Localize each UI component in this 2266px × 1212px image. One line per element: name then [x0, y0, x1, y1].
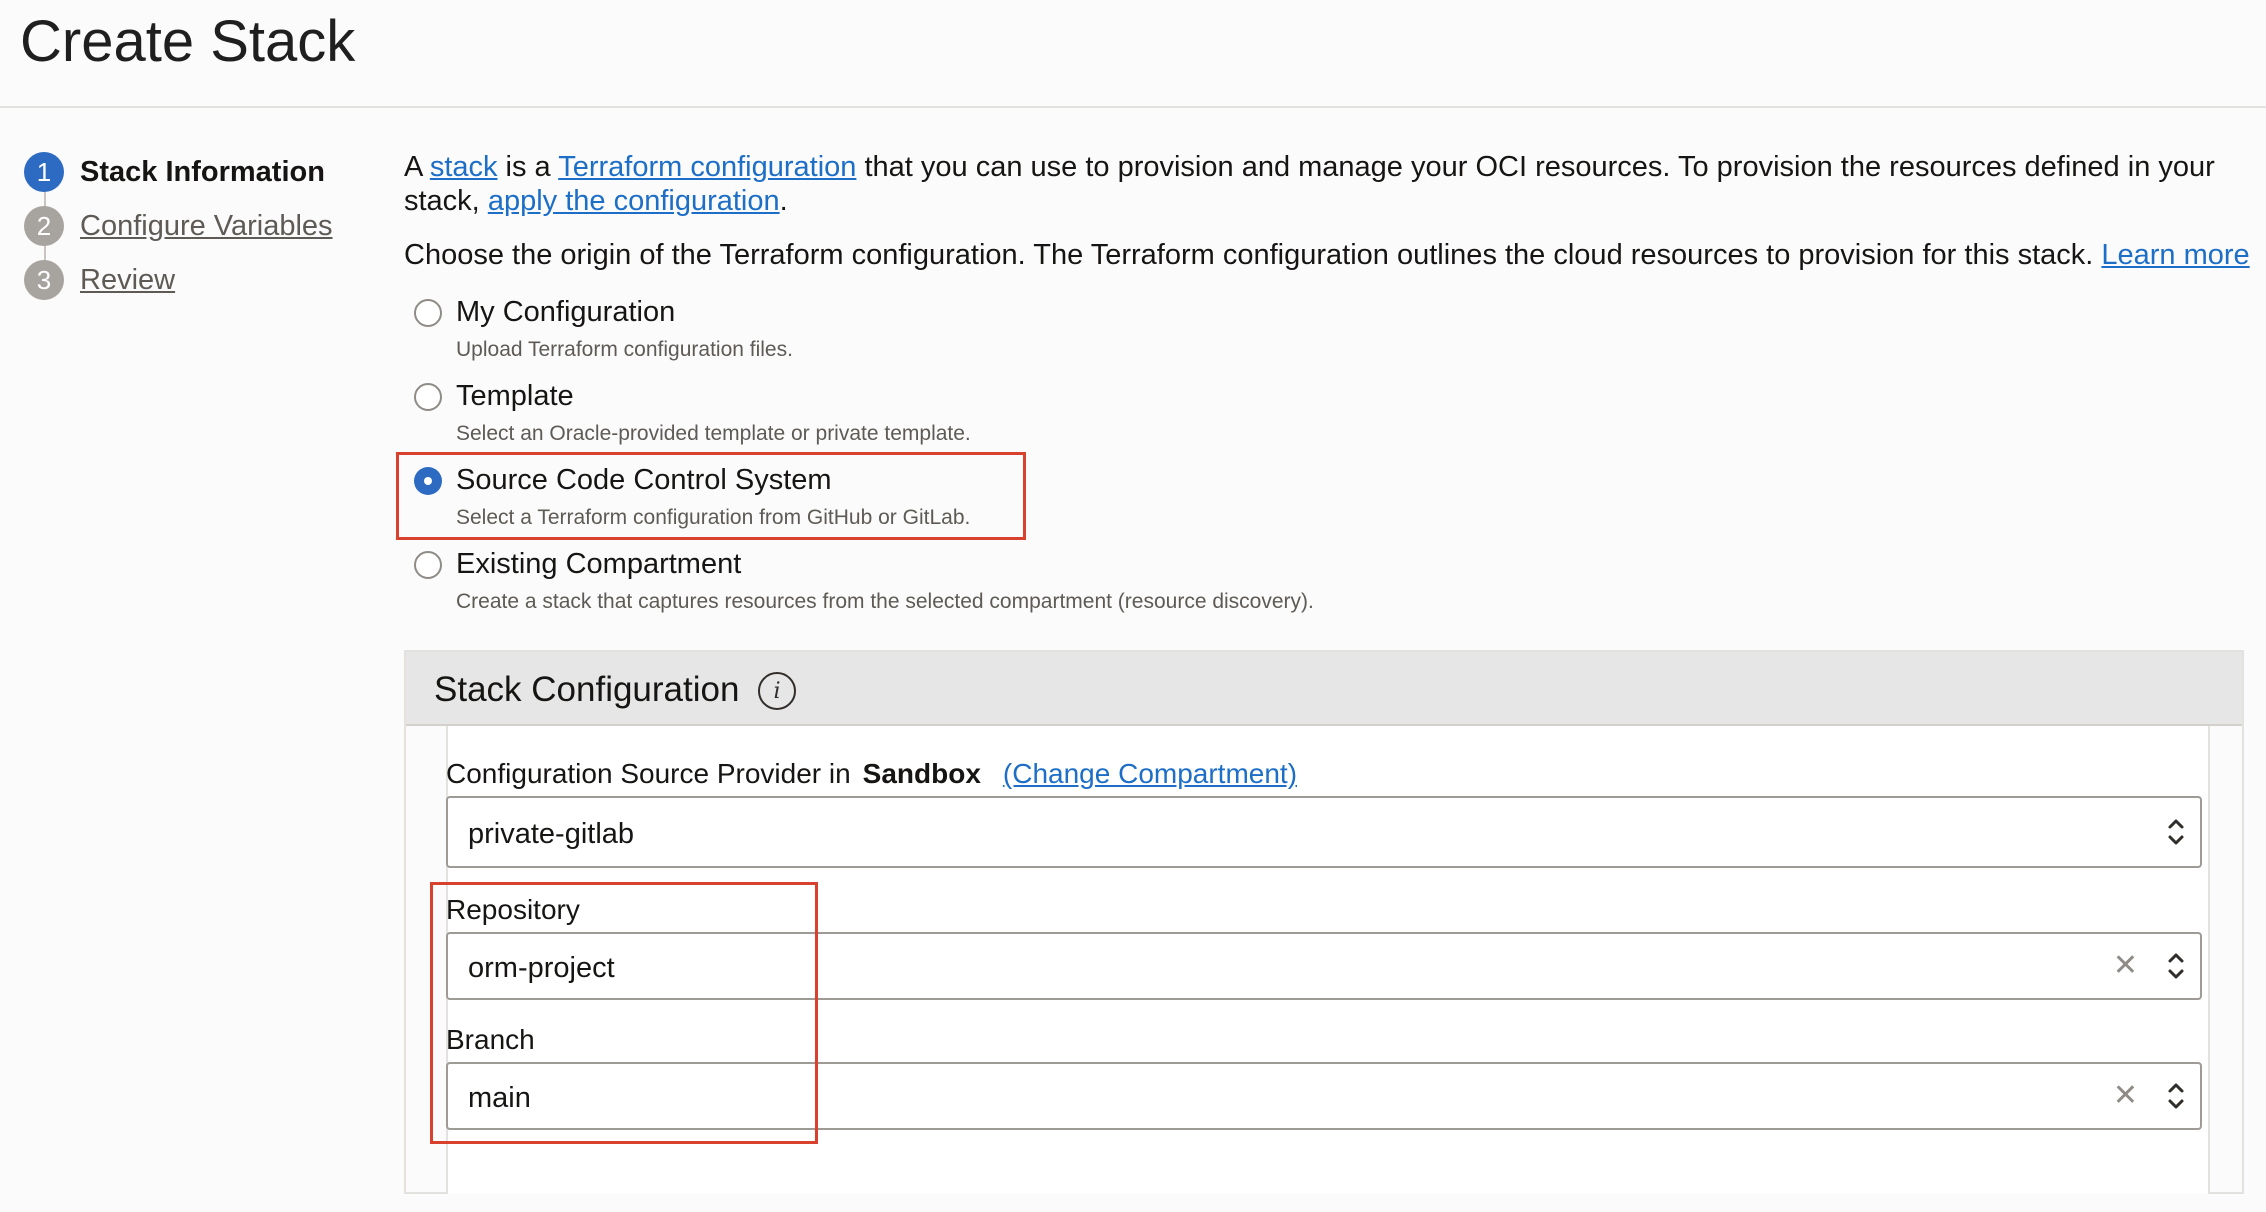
panel-title: Stack Configuration [434, 670, 740, 709]
learn-more-link[interactable]: Learn more [2101, 239, 2249, 271]
radio-description: Upload Terraform configuration files. [456, 338, 793, 361]
clear-icon[interactable]: ✕ [2113, 1078, 2138, 1113]
step-number: 1 [24, 152, 64, 192]
apply-configuration-link[interactable]: apply the configuration [488, 185, 780, 217]
step-configure-variables[interactable]: 2 Configure Variables [24, 204, 333, 248]
step-label: Review [80, 263, 176, 296]
terraform-configuration-link[interactable]: Terraform configuration [558, 151, 856, 183]
page-title: Create Stack [20, 9, 356, 74]
page-header: Create Stack [0, 0, 2266, 108]
compartment-name: Sandbox [862, 758, 981, 789]
panel-header: Stack Configuration i [406, 652, 2242, 726]
provider-value: private-gitlab [468, 818, 635, 850]
intro-text: A [404, 151, 430, 183]
step-number: 3 [24, 260, 64, 300]
step-stack-information[interactable]: 1 Stack Information [24, 150, 325, 194]
chevron-updown-icon [2168, 819, 2184, 845]
radio-description: Select an Oracle-provided template or pr… [456, 422, 971, 445]
intro-text: is a [497, 151, 559, 183]
radio-button[interactable] [414, 551, 442, 579]
step-label: Configure Variables [80, 209, 333, 242]
provider-label-text: Configuration Source Provider in [446, 758, 851, 789]
highlight-box-repository-branch [430, 882, 818, 1144]
radio-button[interactable] [414, 383, 442, 411]
radio-label: Existing Compartment [456, 548, 742, 580]
chevron-updown-icon [2168, 1083, 2184, 1109]
origin-paragraph: Choose the origin of the Terraform confi… [404, 238, 2264, 272]
radio-description: Create a stack that captures resources f… [456, 590, 1314, 613]
radio-label: My Configuration [456, 296, 676, 328]
intro-text: . [779, 185, 788, 217]
step-number: 2 [24, 206, 64, 246]
origin-text: Choose the origin of the Terraform confi… [404, 239, 2102, 271]
info-icon[interactable]: i [758, 672, 796, 710]
step-label: Stack Information [80, 155, 325, 188]
radio-button[interactable] [414, 299, 442, 327]
step-review[interactable]: 3 Review [24, 258, 175, 302]
provider-select[interactable]: private-gitlab [446, 796, 2202, 868]
change-compartment-link[interactable]: (Change Compartment) [1003, 758, 1297, 789]
clear-icon[interactable]: ✕ [2113, 948, 2138, 983]
highlight-box-source-code [396, 452, 1026, 540]
intro-paragraph: A stack is a Terraform configuration tha… [404, 150, 2244, 218]
provider-label: Configuration Source Provider in Sandbox (… [446, 758, 1297, 790]
radio-label: Template [456, 380, 574, 412]
chevron-updown-icon [2168, 953, 2184, 979]
stack-link[interactable]: stack [430, 151, 498, 183]
